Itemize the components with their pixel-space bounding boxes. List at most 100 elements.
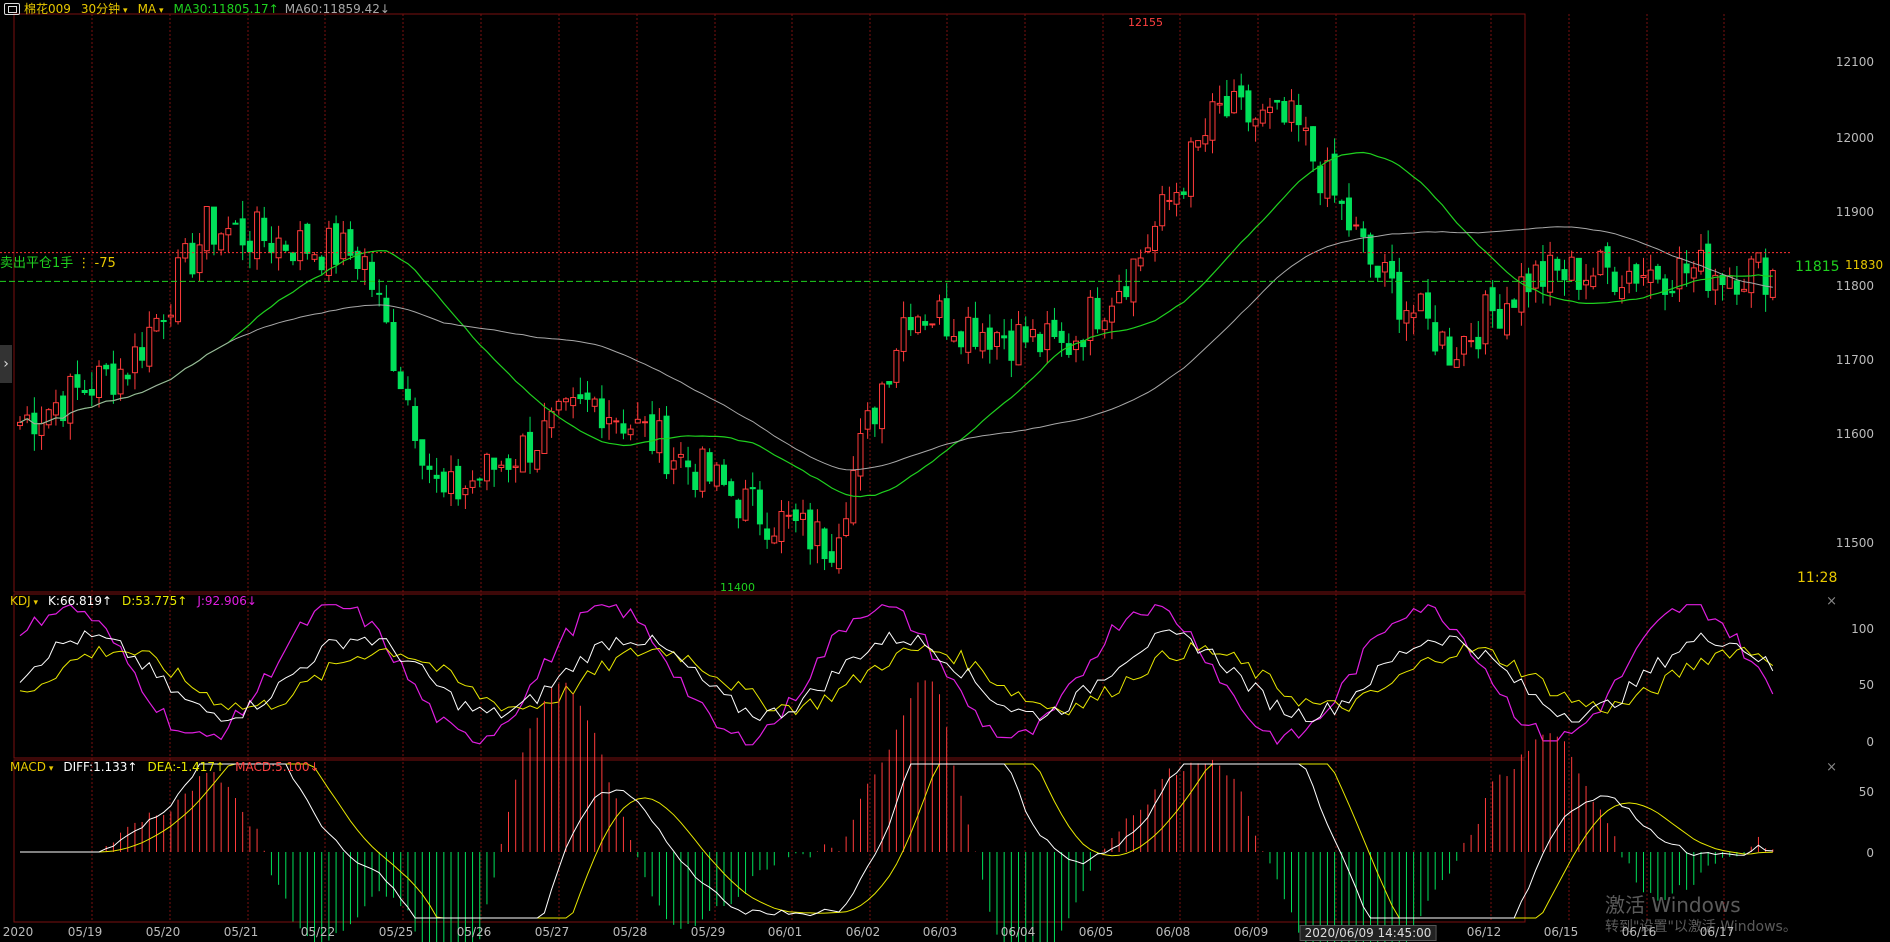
candle-up (196, 244, 203, 274)
ma30-value: MA30:11805.17↑ (173, 1, 279, 16)
candle-down (1065, 343, 1072, 355)
candle-down (1446, 336, 1453, 366)
candle-down (376, 292, 383, 295)
candle-down (419, 439, 426, 466)
candle-up (146, 326, 153, 367)
candle-down (1511, 299, 1518, 308)
candle-up (175, 257, 182, 323)
x-label: 05/20 (145, 925, 181, 939)
period-dropdown[interactable]: 30分钟 (81, 0, 128, 17)
macd-tick-0: 0 (1866, 846, 1874, 860)
candle-down (139, 347, 146, 361)
indicator-dropdown[interactable]: MA (138, 2, 164, 16)
candle-up (1403, 310, 1410, 324)
candle-down (383, 297, 390, 323)
candle-up (1044, 323, 1051, 351)
candle-down (749, 487, 756, 490)
candle-down (972, 317, 979, 347)
time-label: 11:28 (1797, 570, 1838, 586)
candle-down (756, 489, 763, 525)
candle-up (52, 402, 59, 416)
candle-down (369, 261, 375, 290)
candle-up (1029, 328, 1036, 338)
candle-down (943, 298, 950, 337)
candle-up (153, 317, 160, 332)
candle-up (275, 237, 282, 259)
candle-down (505, 458, 512, 470)
candle-down (1554, 258, 1561, 271)
expand-handle-icon[interactable]: › (0, 345, 12, 383)
candle-down (1489, 287, 1496, 312)
candle-down (706, 452, 713, 482)
candle-up (1460, 336, 1467, 355)
candle-down (1389, 260, 1396, 279)
candle-down (584, 392, 591, 400)
macd-macd-value: MACD:5.100↓ (235, 760, 320, 774)
candle-down (110, 363, 117, 395)
candle-up (462, 487, 469, 496)
candle-up (1101, 320, 1108, 331)
candle-down (620, 423, 627, 434)
position-label[interactable]: 卖出平仓1手 ⋮ -75 (0, 252, 116, 271)
candle-up (541, 420, 548, 454)
candle-up (1769, 270, 1776, 298)
candle-down (412, 406, 419, 441)
candle-down (210, 206, 217, 245)
chart-canvas[interactable] (0, 0, 1890, 942)
candle-down (1360, 228, 1367, 238)
x-label: 06/02 (845, 925, 881, 939)
candle-up (311, 254, 318, 260)
candle-down (1654, 265, 1661, 280)
candle-down (1274, 99, 1281, 103)
candle-down (1058, 330, 1065, 343)
kdj-tick-50: 50 (1858, 678, 1874, 692)
candle-up (627, 428, 634, 436)
macd-close-icon[interactable]: × (1826, 760, 1837, 775)
candle-down (1705, 243, 1712, 292)
candle-up (534, 450, 541, 470)
line-price-label: 11815 (1795, 259, 1840, 275)
candle-down (440, 471, 447, 493)
candle-down (807, 509, 814, 550)
candle-up (670, 460, 677, 470)
window-restore-icon[interactable] (4, 2, 20, 15)
candle-down (1310, 126, 1317, 162)
candle-up (656, 420, 663, 454)
candle-up (1173, 192, 1180, 205)
candle-down (1633, 264, 1640, 284)
candle-down (491, 457, 498, 470)
x-label: 05/29 (690, 925, 726, 939)
macd-dropdown[interactable]: MACD (10, 760, 53, 774)
kdj-close-icon[interactable]: × (1826, 594, 1837, 609)
candle-down (907, 316, 914, 331)
candle-down (390, 322, 397, 371)
candle-up (785, 514, 792, 517)
candle-up (914, 316, 921, 334)
candle-down (81, 389, 88, 394)
symbol-label[interactable]: 棉花009 (24, 0, 71, 17)
x-label: 06/03 (922, 925, 958, 939)
y-tick-11800: 11800 (1835, 279, 1874, 293)
candle-down (1245, 90, 1252, 123)
candle-down (692, 471, 699, 490)
macd-tick-50: 50 (1858, 785, 1874, 799)
candle-down (1223, 95, 1230, 117)
candle-up (1252, 118, 1259, 127)
candle-up (1410, 312, 1417, 319)
candle-up (1073, 340, 1079, 351)
candle-up (634, 418, 641, 424)
candle-down (1733, 280, 1740, 295)
candle-up (641, 421, 648, 424)
candle-up (182, 243, 189, 259)
macd-header: MACD DIFF:1.133↑ DEA:-1.417↑ MACD:5.100↓ (10, 760, 320, 774)
candle-down (318, 256, 325, 271)
candle-up (254, 211, 261, 260)
candle-down (1425, 292, 1431, 319)
candle-down (1331, 153, 1338, 196)
kdj-dropdown[interactable]: KDJ (10, 594, 38, 608)
low-price-label: 11400 (720, 581, 755, 594)
candle-down (397, 371, 404, 390)
ma60-value: MA60:11859.42↓ (284, 1, 390, 16)
candle-down (1475, 336, 1482, 350)
candle-up (1144, 247, 1151, 253)
